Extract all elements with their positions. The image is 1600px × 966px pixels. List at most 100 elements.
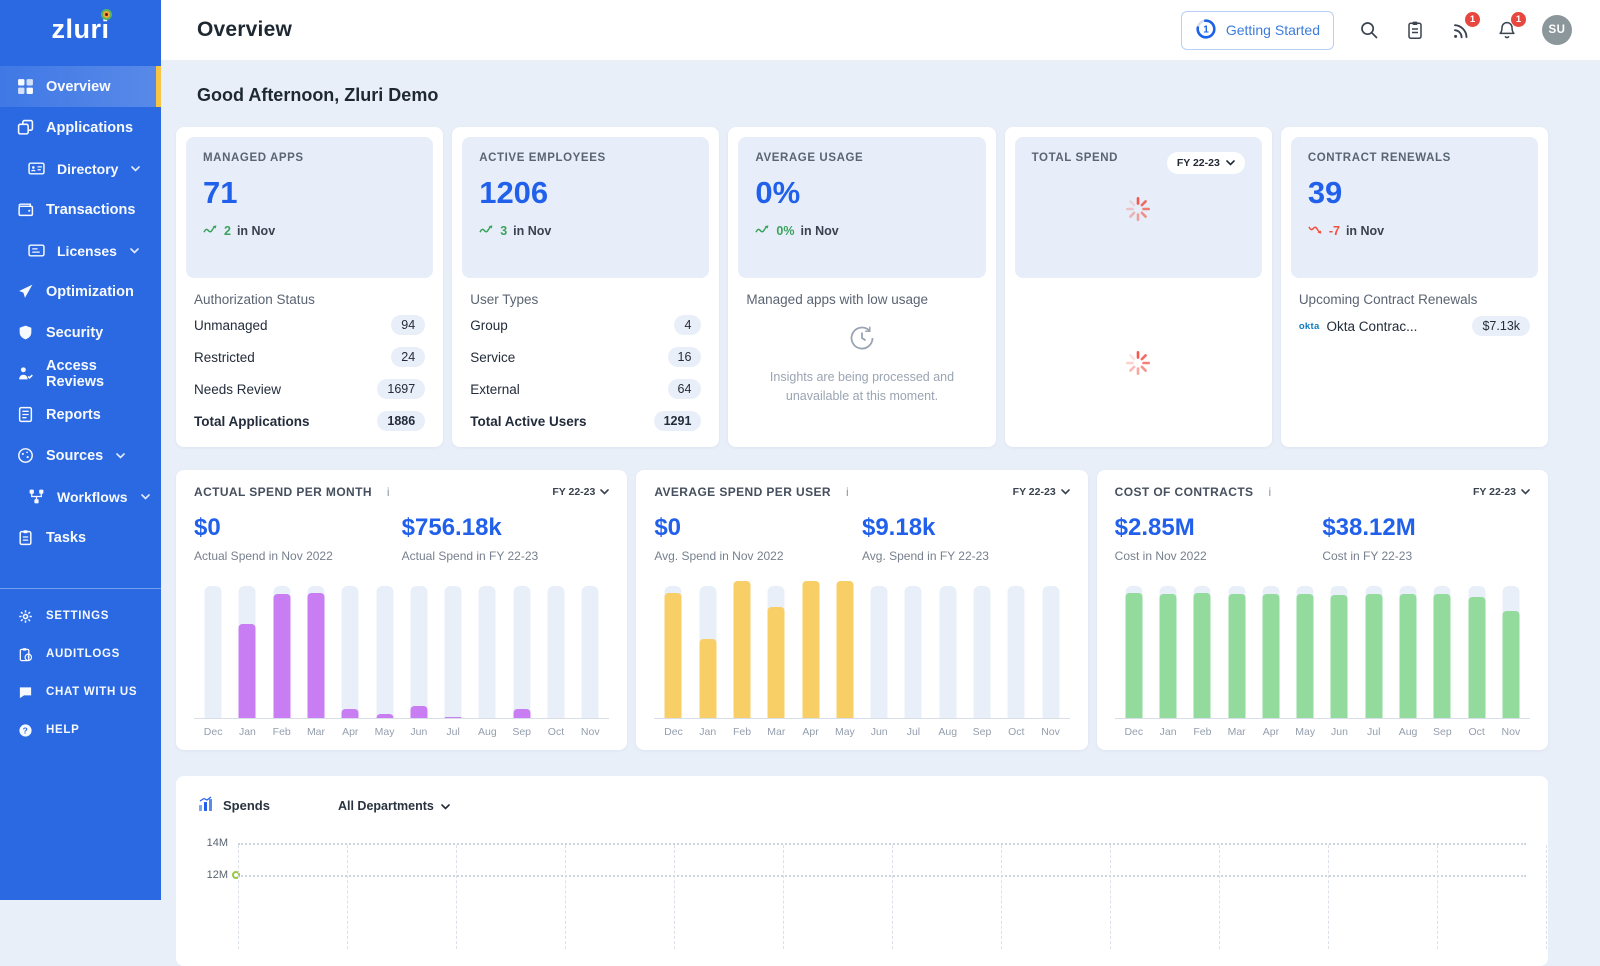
sidebar-item-workflows[interactable]: Workflows: [0, 476, 161, 517]
managed-apps-tile: MANAGED APPS 71 2 in Nov: [186, 137, 433, 278]
chevron-down-icon: [116, 453, 125, 459]
bar: [1331, 595, 1348, 718]
sidebar-item-applications[interactable]: Applications: [0, 107, 161, 148]
chevron-down-icon: [130, 248, 139, 254]
sidebar-item-security[interactable]: Security: [0, 312, 161, 353]
bar-column-jan: [1151, 577, 1185, 718]
bar-column-jan: [691, 577, 725, 718]
bar: [802, 581, 819, 718]
avatar[interactable]: SU: [1542, 15, 1572, 45]
x-tick-may: May: [1288, 719, 1322, 738]
x-tick-sep: Sep: [965, 719, 999, 738]
info-icon[interactable]: i: [846, 485, 849, 499]
bar: [1365, 594, 1382, 718]
bar-column-may: [1288, 577, 1322, 718]
bar: [1297, 594, 1314, 718]
x-tick-jun: Jun: [402, 719, 436, 738]
x-tick-jan: Jan: [1151, 719, 1185, 738]
section-title: Authorization Status: [194, 292, 425, 307]
stat-row-external: External64: [470, 373, 701, 405]
x-tick-dec: Dec: [656, 719, 690, 738]
bar-column-nov: [573, 577, 607, 718]
bell-badge: 1: [1511, 12, 1526, 27]
search-icon[interactable]: [1358, 19, 1380, 41]
clipboard-icon[interactable]: [1404, 19, 1426, 41]
fy-filter-dropdown[interactable]: FY 22-23: [1167, 152, 1245, 174]
bar-column-jun: [862, 577, 896, 718]
feed-icon[interactable]: 1: [1450, 19, 1472, 41]
x-tick-jul: Jul: [1357, 719, 1391, 738]
reports-icon: [16, 406, 34, 424]
value-pill: 16: [668, 347, 702, 367]
sidebar-nav: OverviewApplicationsDirectoryTransaction…: [0, 58, 161, 558]
getting-started-button[interactable]: 1 Getting Started: [1181, 11, 1334, 50]
x-tick-jun: Jun: [862, 719, 896, 738]
bar-chart: [1115, 577, 1530, 718]
kpi-value: 39: [1308, 175, 1521, 211]
sidebar-footer-nav: SETTINGSAUDITLOGSCHAT WITH US?HELP: [0, 597, 161, 749]
trend-up-icon: [479, 224, 494, 238]
bar-column-mar: [1220, 577, 1254, 718]
x-tick-feb: Feb: [1185, 719, 1219, 738]
sidebar-item-transactions[interactable]: Transactions: [0, 189, 161, 230]
bar-track: [513, 586, 530, 718]
gridline: [1328, 845, 1329, 949]
sidebar-item-tasks[interactable]: Tasks: [0, 517, 161, 558]
bar-track: [939, 586, 956, 718]
value-pill: 4: [674, 315, 701, 335]
bar: [307, 593, 324, 718]
bar-column-oct: [1459, 577, 1493, 718]
getting-started-label: Getting Started: [1226, 22, 1320, 38]
bar-track: [547, 586, 564, 718]
bell-icon[interactable]: 1: [1496, 19, 1518, 41]
gridline: [238, 845, 239, 949]
bar-column-aug: [931, 577, 965, 718]
bar-column-jun: [402, 577, 436, 718]
section-title: User Types: [470, 292, 701, 307]
sidebar-item-reports[interactable]: Reports: [0, 394, 161, 435]
topbar: Overview 1 Getting Started 1 1 SU: [161, 0, 1600, 60]
sidebar-item-licenses[interactable]: Licenses: [0, 230, 161, 271]
bar: [1228, 594, 1245, 718]
bar: [699, 639, 716, 718]
trend-up-icon: [755, 224, 770, 238]
department-filter-dropdown[interactable]: All Departments: [338, 799, 450, 813]
stat-row-service: Service16: [470, 341, 701, 373]
sidebar-item-access-reviews[interactable]: Access Reviews: [0, 353, 161, 394]
fy-filter-dropdown[interactable]: FY 22-23: [1013, 486, 1070, 498]
x-tick-aug: Aug: [470, 719, 504, 738]
bar: [1502, 611, 1519, 718]
sidebar-item-directory[interactable]: Directory: [0, 148, 161, 189]
sidebar-item-auditlogs[interactable]: AUDITLOGS: [0, 635, 161, 673]
sidebar-item-settings[interactable]: SETTINGS: [0, 597, 161, 635]
charts-row: ACTUAL SPEND PER MONTH i FY 22-23 $0Actu…: [176, 470, 1548, 750]
bar-column-aug: [1391, 577, 1425, 718]
bar: [1262, 594, 1279, 718]
chart-stat: $9.18kAvg. Spend in FY 22-23: [862, 514, 1070, 563]
sidebar-item-overview[interactable]: Overview: [0, 66, 161, 107]
sidebar-item-optimization[interactable]: Optimization: [0, 271, 161, 312]
stat-row-unmanaged: Unmanaged94: [194, 309, 425, 341]
section-title: Upcoming Contract Renewals: [1299, 292, 1530, 307]
sidebar-item-help[interactable]: ?HELP: [0, 711, 161, 749]
contract-renewals-tile: CONTRACT RENEWALS 39 -7 in Nov: [1291, 137, 1538, 278]
x-axis-labels: DecJanFebMarAprMayJunJulAugSepOctNov: [194, 718, 609, 738]
access-reviews-icon: [16, 365, 34, 383]
x-tick-dec: Dec: [196, 719, 230, 738]
sidebar-item-chat-with-us[interactable]: CHAT WITH US: [0, 673, 161, 711]
bar: [665, 593, 682, 718]
bar-column-dec: [656, 577, 690, 718]
info-icon[interactable]: i: [387, 485, 390, 499]
fy-filter-dropdown[interactable]: FY 22-23: [552, 486, 609, 498]
renewal-row-okta-contrac[interactable]: oktaOkta Contrac...$7.13k: [1299, 309, 1530, 343]
gridline: [238, 843, 1526, 845]
fy-filter-dropdown[interactable]: FY 22-23: [1473, 486, 1530, 498]
sources-icon: [16, 447, 34, 465]
chart-title: ACTUAL SPEND PER MONTH: [194, 485, 372, 499]
gridline: [238, 875, 1526, 877]
info-icon[interactable]: i: [1268, 485, 1271, 499]
sidebar-item-sources[interactable]: Sources: [0, 435, 161, 476]
x-tick-apr: Apr: [333, 719, 367, 738]
app-logo: zluri: [0, 0, 161, 58]
kpi-label: CONTRACT RENEWALS: [1308, 152, 1521, 164]
